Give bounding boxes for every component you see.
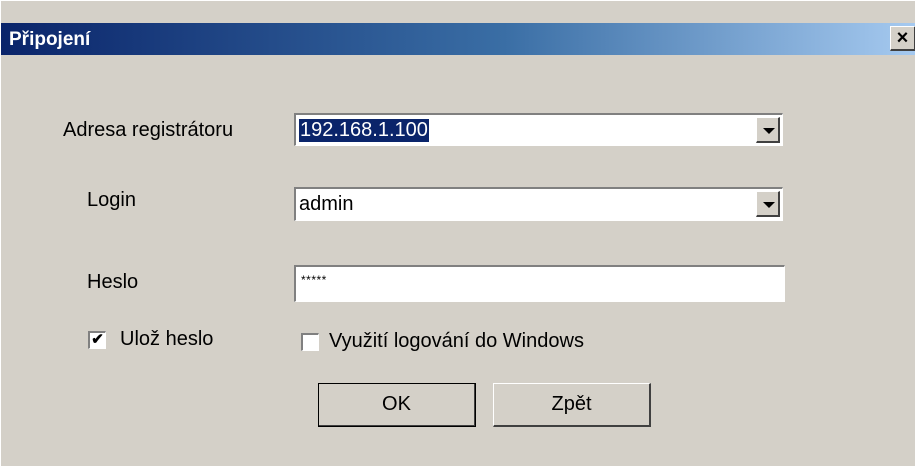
close-button[interactable]: ×: [890, 26, 915, 51]
close-icon: ×: [896, 27, 909, 49]
address-combobox[interactable]: 192.168.1.100: [294, 113, 783, 146]
address-value: 192.168.1.100: [299, 119, 429, 142]
address-label: Adresa registrátoru: [63, 119, 234, 141]
login-label: Login: [87, 189, 136, 211]
save-password-label[interactable]: Ulož heslo: [120, 328, 213, 351]
login-dropdown-button[interactable]: [756, 191, 780, 217]
back-button[interactable]: Zpět: [493, 383, 651, 427]
title-bar[interactable]: Připojení ×: [1, 23, 915, 55]
save-password-checkbox[interactable]: ✔: [88, 331, 106, 349]
window-title: Připojení: [9, 29, 91, 50]
password-label: Heslo: [87, 271, 139, 293]
windows-login-label[interactable]: Využití logování do Windows: [329, 330, 584, 353]
checkmark-icon: ✔: [91, 331, 104, 348]
connection-dialog: Připojení × Adresa registrátoru 192.168.…: [0, 0, 915, 466]
login-value: admin: [299, 193, 354, 215]
ok-button[interactable]: OK: [318, 383, 476, 427]
windows-login-checkbox[interactable]: [301, 333, 319, 351]
address-dropdown-button[interactable]: [756, 117, 780, 143]
login-combobox[interactable]: admin: [294, 187, 783, 221]
password-value: *****: [301, 273, 327, 287]
password-field[interactable]: *****: [294, 265, 785, 302]
